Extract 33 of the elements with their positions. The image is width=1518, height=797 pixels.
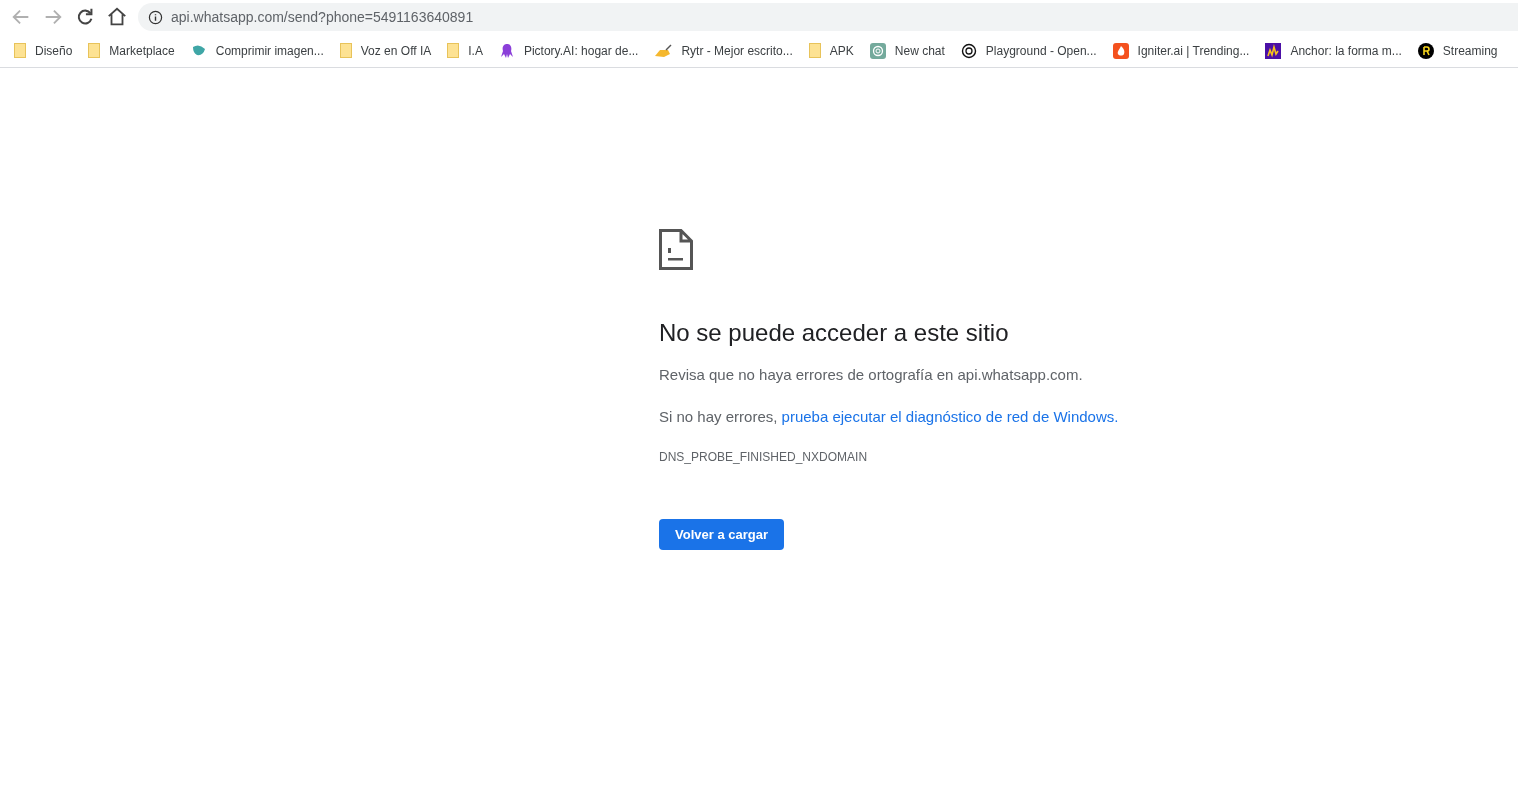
sad-page-icon [659, 229, 693, 270]
error-title: No se puede acceder a este sitio [659, 318, 1009, 348]
address-bar[interactable]: api.whatsapp.com/send?phone=5491163640891 [138, 3, 1518, 31]
bookmark-link[interactable]: APK [808, 41, 854, 60]
bookmark-link[interactable]: Rytr - Mejor escrito... [654, 41, 793, 60]
folder-icon [14, 43, 26, 58]
bookmark-link[interactable]: Diseño [14, 41, 73, 60]
bookmark-link[interactable]: Anchor: la forma m... [1265, 41, 1402, 60]
bookmark-link[interactable]: New chat [869, 41, 945, 60]
url-text: api.whatsapp.com/send?phone=5491163640891 [171, 7, 474, 27]
folder-icon [447, 43, 460, 58]
bookmark-link[interactable]: Voz en Off IA [339, 41, 432, 60]
info-icon[interactable] [148, 9, 163, 25]
diagnostics-link[interactable]: prueba ejecutar el diagnóstico de red de Windows. [781, 407, 1119, 425]
home-icon[interactable] [106, 6, 128, 28]
octopus-icon [498, 42, 515, 59]
bookmark-link[interactable]: Playground - Open... [960, 41, 1097, 60]
folder-icon [88, 43, 101, 58]
bookmark-link[interactable]: Streaming [1417, 41, 1498, 60]
bookmark-link[interactable]: Pictory.AI: hogar de... [498, 41, 639, 60]
reload-button[interactable]: Volver a cargar [659, 519, 784, 550]
bookmark-link[interactable]: I.A [447, 41, 483, 60]
circle-logo-icon [1417, 42, 1434, 59]
error-message: Revisa que no haya errores de ortografía en api.whatsapp.com. [659, 365, 1083, 385]
bookmark-link[interactable]: Comprimir imagen... [190, 41, 324, 60]
bar-chart-icon [1265, 42, 1282, 59]
error-code: DNS_PROBE_FINISHED_NXDOMAIN [659, 449, 868, 466]
suggestion-text: Si no hay errores, prueba ejecutar el diagnóstico de red de Windows. [659, 406, 1119, 427]
bookmark-link[interactable]: Igniter.ai | Trending... [1112, 41, 1250, 60]
folder-icon [339, 43, 352, 58]
folder-icon [808, 43, 821, 58]
bookmark-link[interactable]: Marketplace [88, 41, 175, 60]
flame-icon [1112, 42, 1129, 59]
